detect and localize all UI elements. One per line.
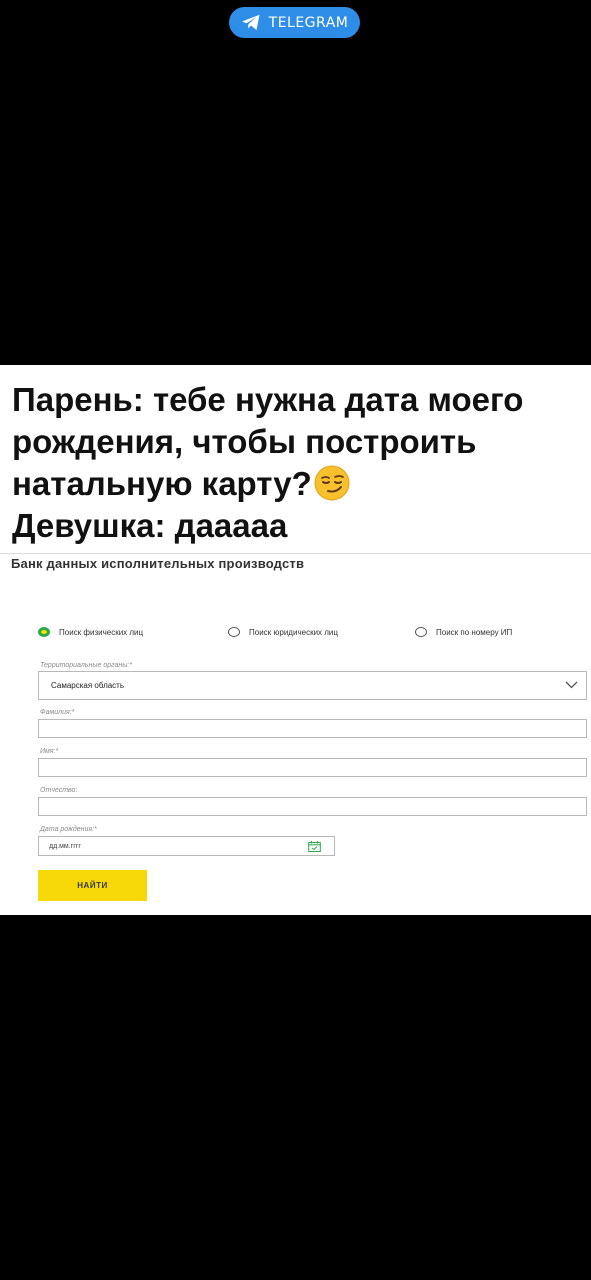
birthdate-label: Дата рождения:* xyxy=(40,826,97,833)
region-label: Территориальные органы:* xyxy=(40,662,133,669)
name-label: Имя:* xyxy=(40,748,59,755)
radio-empty-icon xyxy=(228,627,240,637)
caption-line-4: Девушка: даааaa xyxy=(12,507,288,544)
telegram-badge: TELEGRAM xyxy=(229,7,360,38)
radio-legal-entities[interactable]: Поиск юридических лиц xyxy=(228,627,338,637)
surname-input[interactable] xyxy=(38,719,587,738)
smirking-face-icon xyxy=(314,465,350,501)
telegram-badge-label: TELEGRAM xyxy=(268,14,349,31)
search-form: Банк данных исполнительных производств П… xyxy=(0,553,591,915)
birthdate-placeholder: дд.мм.гггг xyxy=(49,842,81,850)
birthdate-input[interactable]: дд.мм.гггг xyxy=(38,836,335,856)
name-input[interactable] xyxy=(38,758,587,777)
radio-individuals-label: Поиск физических лиц xyxy=(59,627,144,637)
patronymic-label: Отчество: xyxy=(40,787,78,794)
radio-ip-number-label: Поиск по номеру ИП xyxy=(436,627,513,637)
surname-label: Фамилия:* xyxy=(40,709,75,716)
radio-selected-icon xyxy=(38,627,50,637)
caption-line-1: Парень: тебе нужна дата моего xyxy=(12,381,524,418)
caption-line-3: натальную карту? xyxy=(12,465,312,502)
caption: Парень: тебе нужна дата моего рождения, … xyxy=(12,379,582,547)
meme-post: Парень: тебе нужна дата моего рождения, … xyxy=(0,365,591,915)
radio-individuals[interactable]: Поиск физических лиц xyxy=(38,627,143,637)
caption-line-3-wrap: натальную карту? xyxy=(12,463,582,505)
caption-line-2: рождения, чтобы построить xyxy=(12,423,477,460)
radio-ip-number[interactable]: Поиск по номеру ИП xyxy=(415,627,512,637)
region-select[interactable]: Самарская область xyxy=(38,671,587,700)
form-title: Банк данных исполнительных производств xyxy=(11,556,305,571)
telegram-icon xyxy=(241,14,260,30)
divider xyxy=(0,553,591,554)
find-button[interactable]: НАЙТИ xyxy=(38,870,147,901)
calendar-icon[interactable] xyxy=(308,841,321,852)
radio-legal-entities-label: Поиск юридических лиц xyxy=(249,627,338,637)
region-value: Самарская область xyxy=(51,681,125,690)
radio-empty-icon xyxy=(415,627,427,637)
patronymic-input[interactable] xyxy=(38,797,587,816)
chevron-down-icon xyxy=(565,681,578,689)
